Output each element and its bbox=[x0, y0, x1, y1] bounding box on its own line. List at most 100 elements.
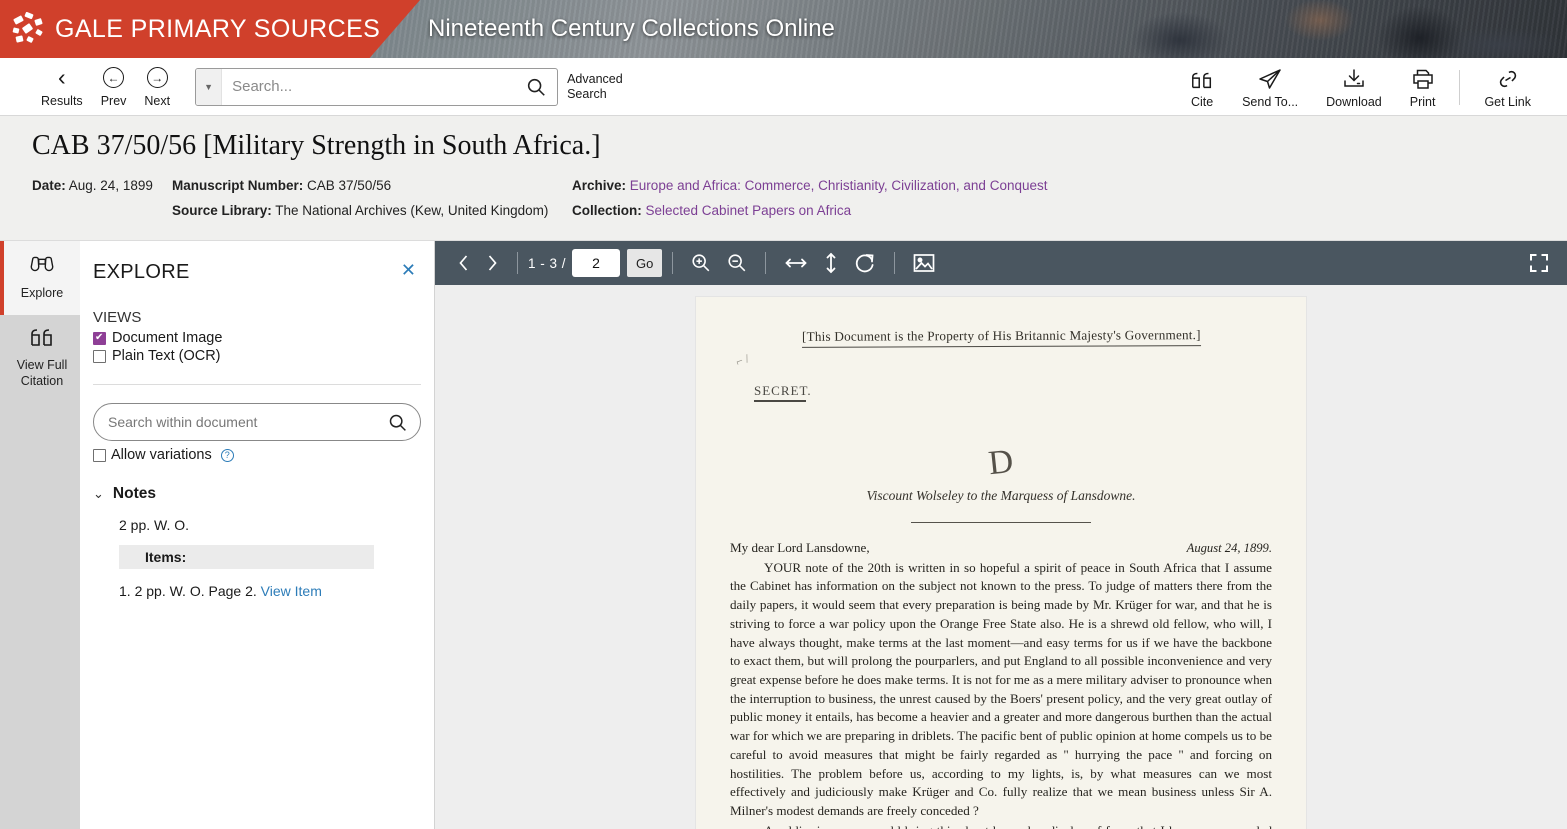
metadata-collection: Collection: Selected Cabinet Papers on A… bbox=[572, 199, 1048, 224]
viewer-prev-page-button[interactable] bbox=[449, 253, 478, 273]
notes-items-heading: Items: bbox=[119, 545, 374, 569]
search-within-document-input[interactable] bbox=[108, 414, 381, 430]
search-input[interactable] bbox=[222, 68, 516, 105]
chevron-down-icon: ⌄ bbox=[93, 486, 104, 501]
download-label: Download bbox=[1326, 95, 1382, 109]
image-icon bbox=[914, 254, 935, 272]
page-salutation-row: My dear Lord Lansdowne, August 24, 1899. bbox=[730, 539, 1272, 558]
archive-link[interactable]: Europe and Africa: Commerce, Christianit… bbox=[630, 178, 1048, 193]
search-box: ▼ bbox=[195, 67, 559, 106]
notes-section: ⌄ Notes 2 pp. W. O. Items: 1. 2 pp. W. O… bbox=[93, 485, 421, 599]
checkbox-document-image-box[interactable] bbox=[93, 331, 106, 345]
next-label: Next bbox=[144, 93, 171, 108]
search-within-document-button[interactable] bbox=[381, 412, 414, 433]
sidebar-item-explore[interactable]: Explore bbox=[0, 241, 80, 316]
source-library-value: The National Archives (Kew, United Kingd… bbox=[275, 202, 549, 218]
viewer-divider bbox=[672, 252, 674, 274]
send-to-button[interactable]: Send To... bbox=[1228, 64, 1312, 109]
zoom-in-button[interactable] bbox=[683, 252, 719, 274]
notes-header[interactable]: ⌄ Notes bbox=[93, 485, 421, 503]
checkbox-plain-text[interactable]: Plain Text (OCR) bbox=[93, 348, 421, 364]
print-button[interactable]: Print bbox=[1396, 64, 1450, 109]
zoom-out-icon bbox=[728, 254, 746, 272]
checkbox-document-image[interactable]: Document Image bbox=[93, 330, 421, 346]
quote-icon bbox=[29, 327, 55, 352]
zoom-out-button[interactable] bbox=[719, 252, 755, 274]
help-circle-icon[interactable]: ? bbox=[220, 448, 234, 462]
fit-height-button[interactable] bbox=[816, 251, 846, 275]
document-actions: Cite Send To... Download Print Get Link bbox=[1176, 64, 1567, 109]
page-number-input[interactable] bbox=[572, 249, 621, 277]
metadata-date: Date: Aug. 24, 1899 bbox=[32, 174, 172, 199]
zoom-in-icon bbox=[692, 254, 710, 272]
advanced-search-line1: Advanced bbox=[567, 72, 623, 87]
allow-variations-row[interactable]: Allow variations ? bbox=[93, 447, 421, 463]
fullscreen-icon bbox=[1530, 254, 1548, 272]
notes-title: Notes bbox=[112, 485, 156, 502]
paper-plane-icon bbox=[1258, 64, 1282, 90]
viewer-stage[interactable]: [This Document is the Property of His Br… bbox=[435, 285, 1567, 829]
page-paragraph-2: A soldier in power would bring this abou… bbox=[730, 822, 1272, 829]
page-paragraph-1: YOUR note of the 20th is written in so h… bbox=[730, 559, 1272, 819]
search-within-document-box bbox=[93, 403, 421, 441]
chevron-right-icon bbox=[488, 255, 497, 271]
binoculars-icon bbox=[28, 253, 56, 280]
main-toolbar: ‹ Results ← Prev → Next ▼ Advanc bbox=[0, 58, 1567, 116]
cite-label: Cite bbox=[1190, 95, 1214, 109]
next-button[interactable]: → Next bbox=[135, 66, 179, 108]
prev-label: Prev bbox=[100, 93, 127, 108]
results-button[interactable]: ‹ Results bbox=[32, 66, 92, 108]
go-button[interactable]: Go bbox=[627, 249, 663, 277]
sidebar-item-view-full-citation[interactable]: View Full Citation bbox=[0, 315, 80, 404]
sidebar-item-citation-label-line2: Citation bbox=[20, 373, 64, 388]
views-heading: VIEWS bbox=[93, 309, 142, 326]
image-view-button[interactable] bbox=[905, 252, 943, 274]
collection-link[interactable]: Selected Cabinet Papers on Africa bbox=[646, 203, 852, 218]
explore-panel: EXPLORE ✕ VIEWS Document Image Plain Tex… bbox=[80, 241, 435, 829]
checkbox-allow-variations[interactable] bbox=[93, 448, 106, 462]
document-page: [This Document is the Property of His Br… bbox=[696, 297, 1306, 829]
fit-height-icon bbox=[826, 252, 836, 274]
page-date: August 24, 1899. bbox=[1186, 541, 1272, 555]
view-item-link[interactable]: View Item bbox=[261, 583, 322, 599]
page-pencil-mark: ⌐ / bbox=[733, 351, 751, 369]
metadata-column-source: Manuscript Number: CAB 37/50/56 Source L… bbox=[172, 174, 572, 224]
rotate-button[interactable] bbox=[846, 251, 884, 275]
page-classification: SECRET. bbox=[754, 383, 811, 402]
fit-width-button[interactable] bbox=[776, 253, 816, 273]
advanced-search-link[interactable]: Advanced Search bbox=[567, 72, 623, 101]
prev-button[interactable]: ← Prev bbox=[92, 66, 136, 108]
manuscript-label: Manuscript Number: bbox=[172, 178, 304, 193]
viewer-divider bbox=[894, 252, 896, 274]
explore-panel-title: EXPLORE bbox=[93, 261, 190, 283]
brand-block[interactable]: GALE PRIMARY SOURCES bbox=[0, 0, 420, 58]
print-label: Print bbox=[1409, 95, 1436, 109]
allow-variations-label: Allow variations bbox=[111, 447, 212, 463]
collection-title: Nineteenth Century Collections Online bbox=[428, 15, 835, 42]
search-scope-dropdown[interactable]: ▼ bbox=[196, 68, 223, 105]
date-value: Aug. 24, 1899 bbox=[68, 178, 153, 193]
sidebar-item-explore-label: Explore bbox=[20, 285, 64, 300]
gale-starburst-icon bbox=[12, 11, 46, 46]
download-button[interactable]: Download bbox=[1312, 64, 1396, 109]
search-submit-button[interactable] bbox=[515, 76, 557, 98]
site-banner: GALE PRIMARY SOURCES Nineteenth Century … bbox=[0, 0, 1567, 58]
page-range-label: 1 - 3 / bbox=[528, 255, 567, 271]
metadata-grid: Date: Aug. 24, 1899 Manuscript Number: C… bbox=[32, 174, 1567, 224]
manuscript-value: CAB 37/50/56 bbox=[307, 178, 392, 193]
get-link-button[interactable]: Get Link bbox=[1470, 64, 1545, 109]
search-icon bbox=[389, 414, 406, 431]
fullscreen-button[interactable] bbox=[1521, 252, 1557, 274]
sidebar-item-citation-label-line1: View Full bbox=[16, 357, 68, 372]
search-icon bbox=[527, 78, 545, 96]
close-icon[interactable]: ✕ bbox=[401, 261, 416, 279]
checkbox-plain-text-box[interactable] bbox=[93, 349, 106, 363]
metadata-column-archive: Archive: Europe and Africa: Commerce, Ch… bbox=[572, 174, 1048, 224]
advanced-search-line2: Search bbox=[567, 86, 607, 101]
date-label: Date: bbox=[32, 178, 66, 193]
explore-panel-body: VIEWS Document Image Plain Text (OCR) bbox=[80, 309, 434, 599]
cite-button[interactable]: Cite bbox=[1176, 64, 1228, 109]
metadata-column-date: Date: Aug. 24, 1899 bbox=[32, 174, 172, 224]
viewer-next-page-button[interactable] bbox=[478, 253, 507, 273]
viewer-divider bbox=[517, 252, 518, 274]
